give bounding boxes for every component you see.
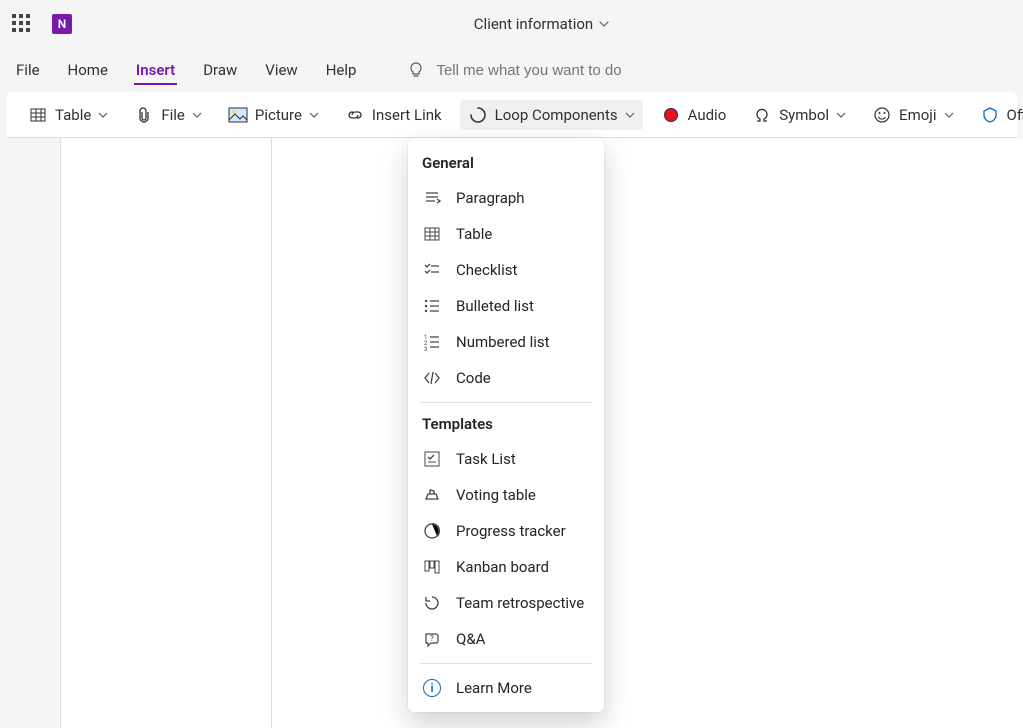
tasklist-icon bbox=[422, 449, 442, 469]
chevron-down-icon bbox=[599, 19, 609, 29]
ribbon-emoji-button[interactable]: Emoji bbox=[864, 100, 961, 130]
paragraph-icon bbox=[422, 188, 442, 208]
ribbon-insert-link-label: Insert Link bbox=[372, 106, 442, 124]
menu-home[interactable]: Home bbox=[66, 55, 110, 85]
loop-item-label: Code bbox=[456, 369, 491, 387]
ribbon-addins-button[interactable]: Office Add-ins bbox=[972, 100, 1023, 130]
loop-icon bbox=[468, 105, 488, 125]
record-icon bbox=[661, 105, 681, 125]
menu-insert[interactable]: Insert bbox=[134, 55, 177, 85]
svg-text:3: 3 bbox=[424, 346, 427, 351]
loop-item-kanban[interactable]: Kanban board bbox=[414, 549, 598, 585]
emoji-icon bbox=[872, 105, 892, 125]
title-bar: N Client information bbox=[0, 0, 1023, 48]
loop-item-voting[interactable]: Voting table bbox=[414, 477, 598, 513]
progress-icon bbox=[422, 521, 442, 541]
voting-icon bbox=[422, 485, 442, 505]
chevron-down-icon bbox=[192, 110, 202, 120]
loop-item-label: Progress tracker bbox=[456, 522, 566, 540]
menu-view[interactable]: View bbox=[263, 55, 299, 85]
ribbon-picture-label: Picture bbox=[255, 106, 302, 124]
page-margin-line bbox=[271, 138, 272, 728]
app-launcher-icon[interactable] bbox=[12, 14, 32, 34]
ribbon-addins-label: Office Add-ins bbox=[1007, 106, 1023, 124]
menu-bar: File Home Insert Draw View Help bbox=[0, 48, 1023, 92]
table-icon bbox=[422, 224, 442, 244]
numbered-list-icon: 123 bbox=[422, 332, 442, 352]
omega-icon bbox=[752, 105, 772, 125]
svg-text:?: ? bbox=[430, 634, 434, 643]
ribbon-insert: Table File Picture Insert Link Loop C bbox=[6, 92, 1017, 138]
chevron-down-icon bbox=[836, 110, 846, 120]
attachment-icon bbox=[134, 105, 154, 125]
qa-icon: ? bbox=[422, 629, 442, 649]
loop-item-label: Table bbox=[456, 225, 492, 243]
document-title[interactable]: Client information bbox=[474, 15, 609, 33]
tell-me-input[interactable] bbox=[436, 62, 696, 79]
addins-icon bbox=[980, 105, 1000, 125]
loop-learn-more-label: Learn More bbox=[456, 679, 532, 697]
lightbulb-icon bbox=[406, 60, 426, 80]
ribbon-loop-button[interactable]: Loop Components bbox=[460, 100, 643, 130]
chevron-down-icon bbox=[625, 110, 635, 120]
ribbon-symbol-label: Symbol bbox=[779, 106, 829, 124]
loop-item-label: Team retrospective bbox=[456, 594, 584, 612]
loop-item-progress[interactable]: Progress tracker bbox=[414, 513, 598, 549]
ribbon-file-label: File bbox=[161, 106, 185, 124]
loop-item-table[interactable]: Table bbox=[414, 216, 598, 252]
dropdown-separator bbox=[420, 663, 592, 664]
ribbon-audio-label: Audio bbox=[688, 106, 727, 124]
loop-item-label: Numbered list bbox=[456, 333, 550, 351]
chevron-down-icon bbox=[98, 110, 108, 120]
document-title-text: Client information bbox=[474, 15, 593, 33]
loop-item-code[interactable]: Code bbox=[414, 360, 598, 396]
dropdown-header-templates: Templates bbox=[414, 409, 598, 441]
ribbon-emoji-label: Emoji bbox=[899, 106, 936, 124]
loop-item-label: Checklist bbox=[456, 261, 517, 279]
ribbon-file-button[interactable]: File bbox=[126, 100, 210, 130]
retrospective-icon bbox=[422, 593, 442, 613]
chevron-down-icon bbox=[309, 110, 319, 120]
bulleted-list-icon bbox=[422, 296, 442, 316]
info-icon: i bbox=[422, 678, 442, 698]
loop-item-paragraph[interactable]: Paragraph bbox=[414, 180, 598, 216]
menu-help[interactable]: Help bbox=[324, 55, 359, 85]
loop-item-label: Task List bbox=[456, 450, 516, 468]
menu-file[interactable]: File bbox=[14, 55, 42, 85]
loop-item-bulleted[interactable]: Bulleted list bbox=[414, 288, 598, 324]
code-icon bbox=[422, 368, 442, 388]
loop-item-tasklist[interactable]: Task List bbox=[414, 441, 598, 477]
picture-icon bbox=[228, 105, 248, 125]
tell-me-search[interactable] bbox=[406, 60, 696, 80]
ribbon-symbol-button[interactable]: Symbol bbox=[744, 100, 854, 130]
loop-item-label: Bulleted list bbox=[456, 297, 534, 315]
ribbon-audio-button[interactable]: Audio bbox=[653, 100, 735, 130]
menu-draw[interactable]: Draw bbox=[201, 55, 239, 85]
loop-item-label: Paragraph bbox=[456, 189, 525, 207]
loop-learn-more[interactable]: i Learn More bbox=[414, 670, 598, 706]
loop-components-dropdown: General Paragraph Table Checklist Bullet… bbox=[408, 138, 604, 712]
loop-item-qa[interactable]: ? Q&A bbox=[414, 621, 598, 657]
loop-item-checklist[interactable]: Checklist bbox=[414, 252, 598, 288]
dropdown-separator bbox=[420, 402, 592, 403]
ribbon-table-label: Table bbox=[55, 106, 91, 124]
table-icon bbox=[28, 105, 48, 125]
loop-item-numbered[interactable]: 123 Numbered list bbox=[414, 324, 598, 360]
onenote-logo-icon: N bbox=[52, 14, 72, 34]
dropdown-header-general: General bbox=[414, 148, 598, 180]
loop-item-label: Q&A bbox=[456, 630, 485, 648]
loop-item-label: Kanban board bbox=[456, 558, 549, 576]
ribbon-insert-link-button[interactable]: Insert Link bbox=[337, 100, 450, 130]
checklist-icon bbox=[422, 260, 442, 280]
ribbon-loop-label: Loop Components bbox=[495, 106, 618, 124]
ribbon-table-button[interactable]: Table bbox=[20, 100, 116, 130]
loop-item-retro[interactable]: Team retrospective bbox=[414, 585, 598, 621]
loop-item-label: Voting table bbox=[456, 486, 536, 504]
kanban-icon bbox=[422, 557, 442, 577]
ribbon-picture-button[interactable]: Picture bbox=[220, 100, 327, 130]
link-icon bbox=[345, 105, 365, 125]
chevron-down-icon bbox=[944, 110, 954, 120]
